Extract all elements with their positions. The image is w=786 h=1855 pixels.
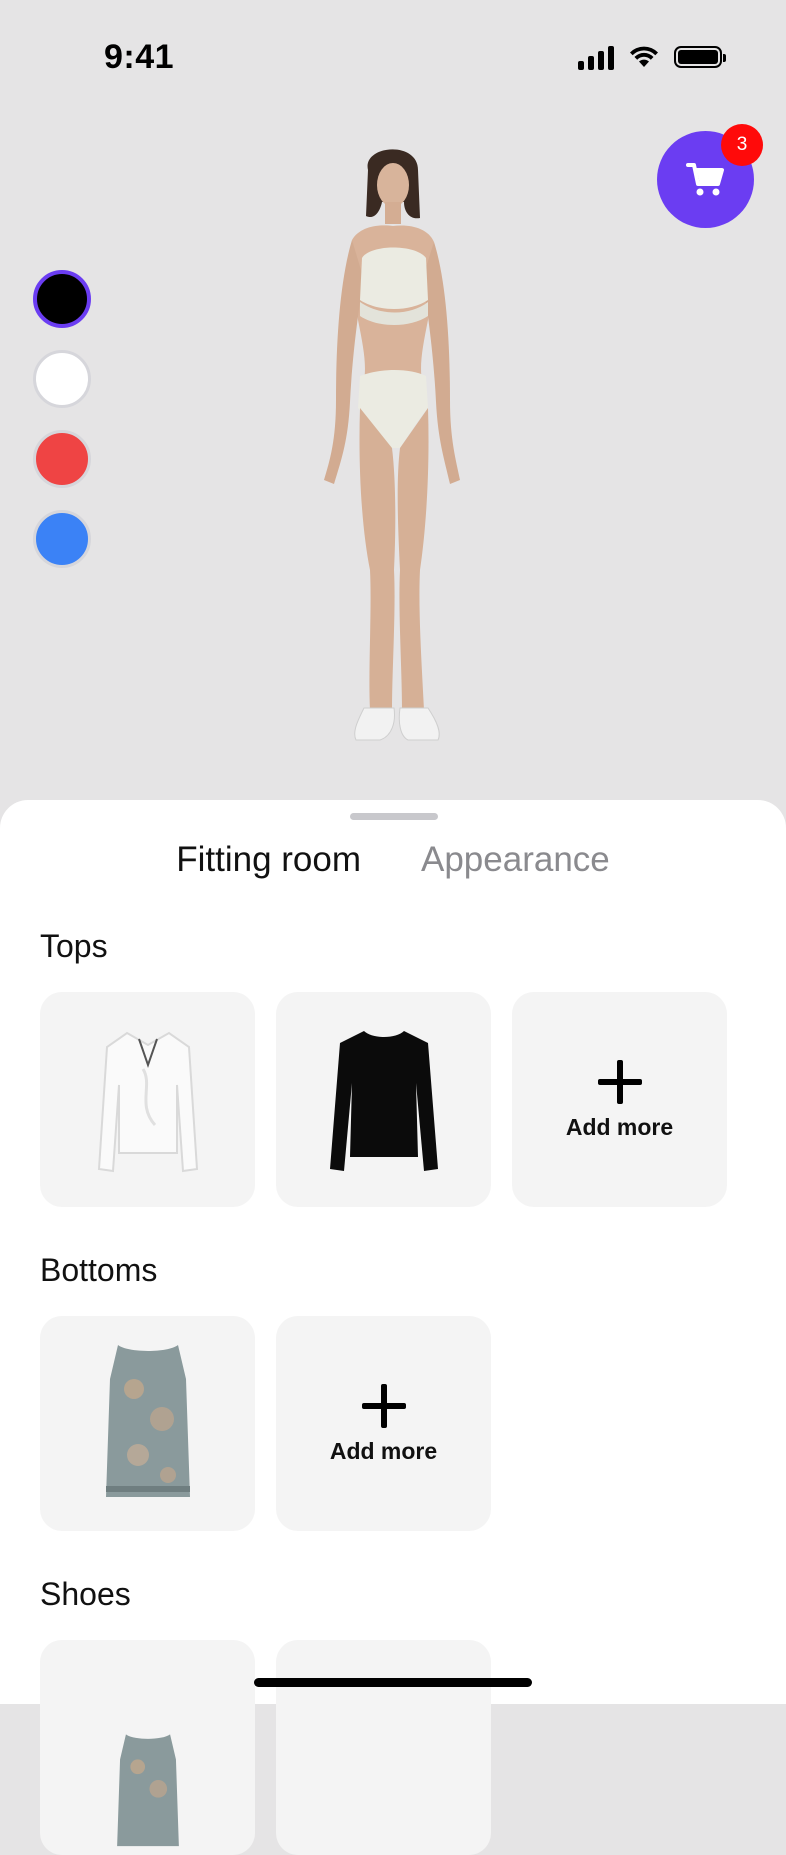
black-top-image [329, 1030, 438, 1171]
plus-icon [596, 1058, 644, 1106]
sheet-grabber[interactable] [350, 813, 438, 820]
tab-appearance[interactable]: Appearance [421, 840, 610, 880]
swatch-white[interactable] [33, 350, 91, 408]
patterned-top-image [105, 1344, 190, 1497]
status-icons [578, 44, 726, 70]
cart-count-badge: 3 [721, 124, 763, 166]
tab-bar: Fitting room Appearance [0, 840, 786, 880]
tops-add-more-button[interactable]: Add more [512, 992, 727, 1207]
shoes-item-patterned-top[interactable] [40, 1640, 255, 1855]
cellular-signal-icon [578, 44, 614, 70]
tab-fitting-room[interactable]: Fitting room [176, 840, 361, 880]
swatch-blue[interactable] [33, 510, 91, 568]
shoes-add-more-button[interactable] [276, 1640, 491, 1855]
battery-icon [674, 46, 726, 68]
wifi-icon [630, 46, 658, 67]
section-title-bottoms: Bottoms [40, 1252, 158, 1288]
white-blouse-image [97, 1031, 198, 1172]
patterned-top-image [116, 1734, 179, 1847]
top-item-black-longsleeve[interactable] [276, 992, 491, 1207]
cart-icon [685, 162, 724, 195]
swatch-red[interactable] [33, 430, 91, 488]
bottom-item-patterned-top[interactable] [40, 1316, 255, 1531]
bottom-sheet: Fitting room Appearance Tops Add more Bo… [0, 800, 786, 1855]
section-title-shoes: Shoes [40, 1576, 131, 1612]
bottoms-add-more-label: Add more [329, 1438, 438, 1464]
section-title-tops: Tops [40, 928, 108, 964]
status-bar: 9:41 [0, 0, 786, 116]
swatch-black[interactable] [33, 270, 91, 328]
status-time: 9:41 [104, 38, 175, 76]
bottoms-add-more-button[interactable]: Add more [276, 1316, 491, 1531]
top-item-white-blouse[interactable] [40, 992, 255, 1207]
home-indicator [254, 1678, 532, 1687]
plus-icon [360, 1382, 408, 1430]
tops-add-more-label: Add more [565, 1114, 674, 1140]
model-figure [324, 149, 460, 741]
